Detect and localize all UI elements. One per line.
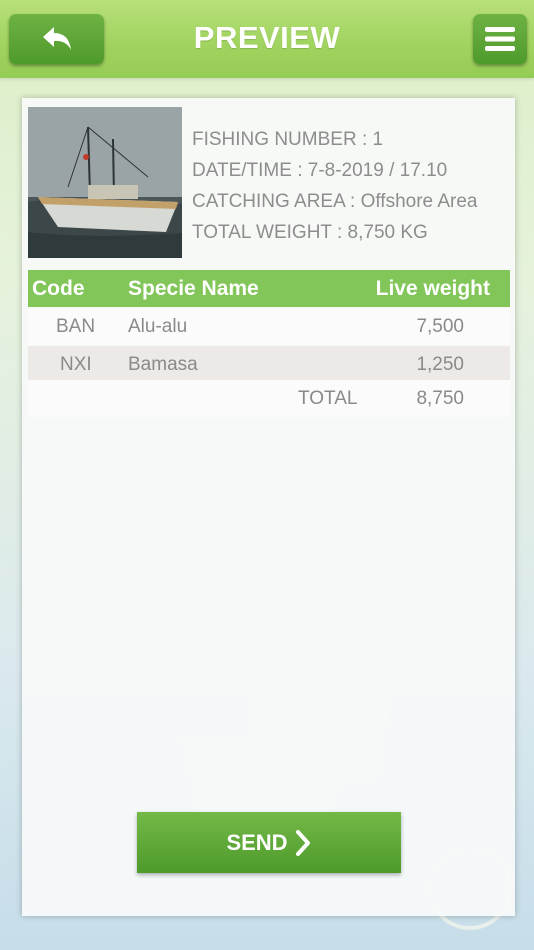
header-species: Specie Name [128, 277, 259, 300]
row-code: NXI [60, 354, 92, 375]
boat-photo [28, 107, 182, 258]
menu-button[interactable] [473, 14, 527, 64]
date-time: DATE/TIME : 7-8-2019 / 17.10 [192, 160, 448, 181]
catch-info: FISHING NUMBER : 1 DATE/TIME : 7-8-2019 … [192, 124, 477, 248]
row-species: Bamasa [128, 354, 198, 375]
app-header: PREVIEW [0, 0, 534, 78]
total-weight: TOTAL WEIGHT : 8,750 KG [192, 222, 428, 243]
send-button[interactable]: SEND [137, 812, 401, 873]
total-value: 8,750 [416, 388, 464, 409]
catching-area: CATCHING AREA : Offshore Area [192, 191, 478, 212]
page-title: PREVIEW [193, 20, 341, 55]
fishing-number: FISHING NUMBER : 1 [192, 129, 384, 150]
header-code: Code [32, 277, 85, 300]
row-species: Alu-alu [128, 316, 188, 337]
chevron-right-icon [295, 829, 310, 856]
row-weight: 1,250 [416, 354, 464, 375]
row-weight: 7,500 [416, 316, 464, 337]
table-total-row: TOTAL 8,750 [28, 380, 510, 417]
table-row: BAN Alu-alu 7,500 [28, 308, 510, 345]
table-header: Code Specie Name Live weight [28, 270, 510, 307]
hamburger-menu-icon [485, 27, 515, 51]
table-row: NXI Bamasa 1,250 [28, 346, 510, 383]
row-code: BAN [56, 316, 96, 337]
preview-card: FISHING NUMBER : 1 DATE/TIME : 7-8-2019 … [22, 98, 515, 916]
total-label: TOTAL [298, 388, 358, 409]
header-weight: Live weight [375, 277, 490, 300]
send-label: SEND [226, 829, 288, 855]
